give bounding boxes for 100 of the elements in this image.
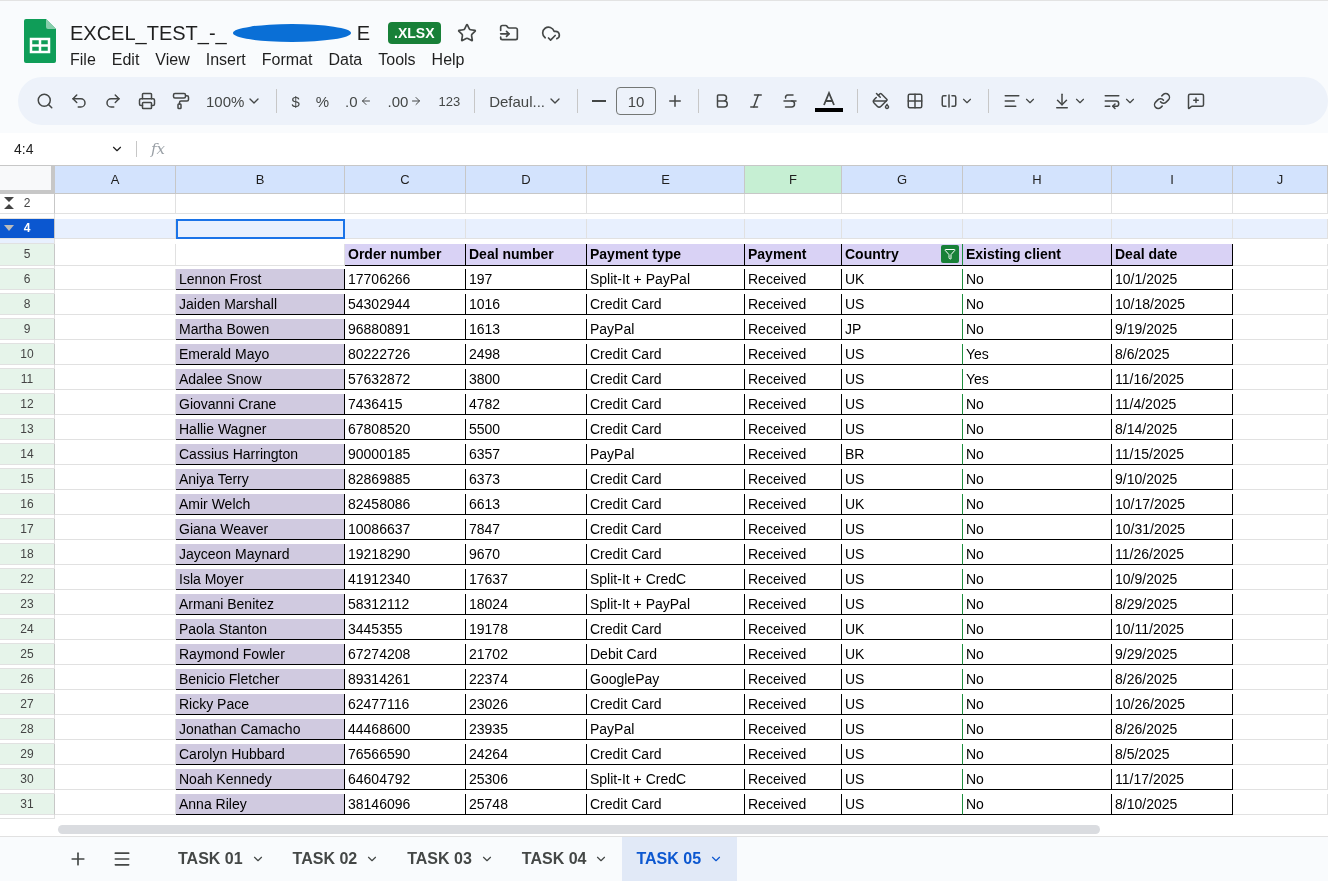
sheet-tab[interactable]: TASK 04 <box>507 837 623 881</box>
table-cell: No <box>963 794 1112 815</box>
row-header[interactable]: 29 <box>0 744 55 765</box>
column-title-cell: Payment <box>745 244 842 266</box>
table-cell: 11/15/2025 <box>1112 444 1233 465</box>
menu-item[interactable]: Tools <box>372 51 422 69</box>
column-header[interactable]: B <box>176 166 345 194</box>
table-cell: 10086637 <box>345 519 466 540</box>
menu-item[interactable]: File <box>64 51 102 69</box>
row-header[interactable]: 5 <box>0 244 55 266</box>
row-header[interactable]: 23 <box>0 594 55 615</box>
increase-decimals-button[interactable]: .00 <box>381 88 429 114</box>
number-format-button[interactable]: 123 <box>432 89 467 113</box>
table-cell: 10/18/2025 <box>1112 294 1233 315</box>
table-cell: Received <box>745 669 842 690</box>
column-header[interactable]: H <box>963 166 1112 194</box>
table-cell: 10/26/2025 <box>1112 694 1233 715</box>
column-header[interactable]: F <box>745 166 842 194</box>
row-header[interactable]: 28 <box>0 719 55 740</box>
table-cell: 25306 <box>466 769 587 790</box>
row-header[interactable]: 4 <box>0 219 55 239</box>
table-cell: GooglePay <box>587 669 745 690</box>
row-header[interactable]: 8 <box>0 294 55 315</box>
font-size-field[interactable]: 10 <box>616 87 656 115</box>
column-header[interactable]: G <box>842 166 963 194</box>
table-cell: Credit Card <box>587 694 745 715</box>
row-header[interactable]: 12 <box>0 394 55 415</box>
column-header[interactable]: A <box>55 166 176 194</box>
table-cell: US <box>842 669 963 690</box>
table-cell: 44468600 <box>345 719 466 740</box>
table-cell: US <box>842 369 963 390</box>
table-cell: Amir Welch <box>176 494 345 515</box>
row-header[interactable]: 22 <box>0 569 55 590</box>
menu-item[interactable]: View <box>149 51 196 69</box>
table-cell: 89314261 <box>345 669 466 690</box>
italic-icon <box>747 92 765 110</box>
name-box[interactable]: 4:4 <box>0 141 137 157</box>
table-cell: No <box>963 769 1112 790</box>
table-cell: No <box>963 519 1112 540</box>
row-header[interactable]: 14 <box>0 444 55 465</box>
decrease-decimals-button[interactable]: .0 <box>339 88 378 114</box>
table-cell: 22374 <box>466 669 587 690</box>
filter-button[interactable] <box>941 245 959 264</box>
table-cell: No <box>963 394 1112 415</box>
menu-item[interactable]: Edit <box>105 51 146 69</box>
currency-button[interactable]: $ <box>285 88 306 114</box>
row-header[interactable]: 10 <box>0 344 55 365</box>
column-header[interactable]: D <box>466 166 587 194</box>
table-cell: Credit Card <box>587 794 745 815</box>
row-header[interactable]: 31 <box>0 794 55 815</box>
row-header[interactable]: 6 <box>0 269 55 290</box>
table-cell: Emerald Mayo <box>176 344 345 365</box>
menu-item[interactable]: Format <box>255 51 319 69</box>
row-header[interactable]: 11 <box>0 369 55 390</box>
row-header[interactable]: 27 <box>0 694 55 715</box>
row-header[interactable]: 17 <box>0 519 55 540</box>
column-header[interactable]: C <box>345 166 466 194</box>
row-header[interactable]: 15 <box>0 469 55 490</box>
table-cell: 18024 <box>466 594 587 615</box>
percent-button[interactable]: % <box>309 88 336 114</box>
row-header[interactable]: 9 <box>0 319 55 340</box>
row-header[interactable]: 18 <box>0 544 55 565</box>
row-header[interactable]: 16 <box>0 494 55 515</box>
column-header[interactable]: I <box>1112 166 1233 194</box>
row-header[interactable]: 24 <box>0 619 55 640</box>
sheet-tab[interactable]: TASK 03 <box>393 837 508 881</box>
sheet-tab[interactable]: TASK 01 <box>164 837 279 881</box>
table-cell: 9/19/2025 <box>1112 319 1233 340</box>
table-cell: 197 <box>466 269 587 290</box>
menu-item[interactable]: Insert <box>199 51 252 69</box>
table-cell: No <box>963 694 1112 715</box>
table-cell: Received <box>745 444 842 465</box>
sheet-tab[interactable]: TASK 02 <box>278 837 394 881</box>
table-cell: 11/17/2025 <box>1112 769 1233 790</box>
row-header[interactable]: 13 <box>0 419 55 440</box>
table-cell: US <box>842 594 963 615</box>
menu-item[interactable]: Help <box>425 51 471 69</box>
document-title[interactable]: EXCEL_TEST_-_ <box>70 21 227 45</box>
table-cell: 8/14/2025 <box>1112 419 1233 440</box>
table-cell: 58312112 <box>345 594 466 615</box>
zoom-dropdown[interactable]: 100% <box>200 88 269 114</box>
table-cell: US <box>842 394 963 415</box>
row-header[interactable]: 30 <box>0 769 55 790</box>
table-cell: No <box>963 294 1112 315</box>
menu-item[interactable]: Data <box>322 51 369 69</box>
row-header[interactable]: 26 <box>0 669 55 690</box>
table-cell: No <box>963 494 1112 515</box>
paint-roller-icon <box>172 92 190 110</box>
font-dropdown[interactable]: Defaul... <box>483 88 569 114</box>
table-cell: 82458086 <box>345 494 466 515</box>
column-header[interactable]: E <box>587 166 745 194</box>
table-cell: 11/4/2025 <box>1112 394 1233 415</box>
row-header[interactable]: 25 <box>0 644 55 665</box>
column-header[interactable]: J <box>1233 166 1328 194</box>
scrollbar-thumb[interactable] <box>58 824 1100 834</box>
table-cell: Credit Card <box>587 744 745 765</box>
table-cell: Received <box>745 769 842 790</box>
row-header[interactable]: 2 <box>0 194 55 214</box>
sheet-tab[interactable]: TASK 05 <box>622 837 738 881</box>
table-cell: Received <box>745 419 842 440</box>
